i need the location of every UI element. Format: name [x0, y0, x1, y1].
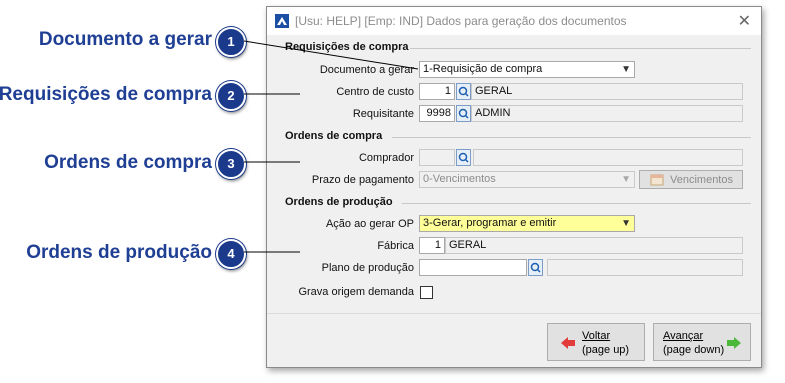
callout-leader-lines: [243, 40, 419, 253]
leader-line-1: [243, 40, 419, 70]
